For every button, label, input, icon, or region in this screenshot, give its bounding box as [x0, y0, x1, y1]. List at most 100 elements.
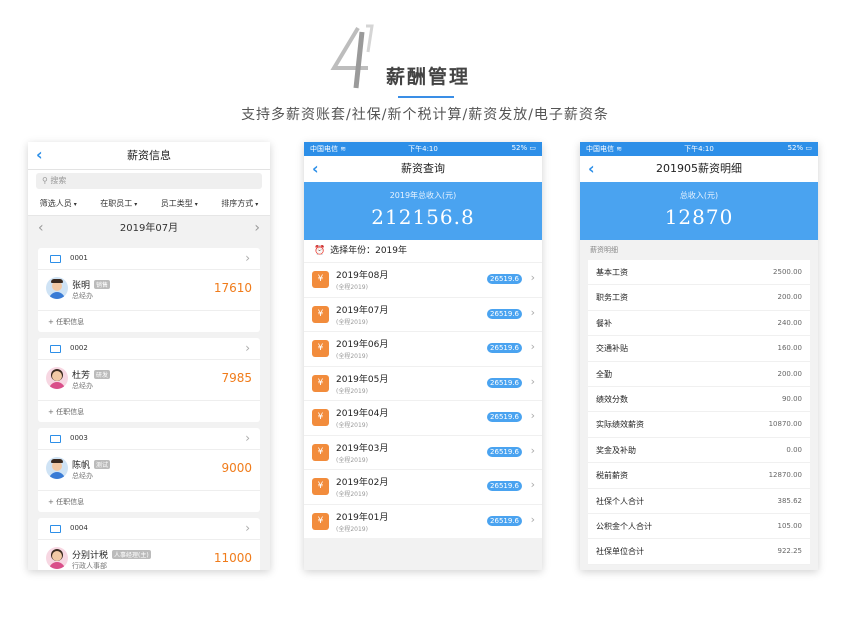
detail-label: 奖金及补助 — [596, 445, 636, 455]
total-income-value: 12870 — [664, 205, 734, 229]
job-info-link[interactable]: + 任职信息 — [38, 400, 260, 422]
nav-bar: ‹ 201905薪资明细 — [580, 156, 818, 182]
filter-type[interactable]: 员工类型 ▾ — [149, 192, 210, 215]
pay-month: 2019年06月 — [336, 340, 389, 350]
total-income-value: 212156.8 — [371, 205, 475, 229]
pay-note: (全程2019) — [336, 387, 368, 395]
chevron-left-icon[interactable]: ‹ — [312, 159, 319, 178]
chevron-right-icon: › — [530, 512, 535, 526]
year-selector[interactable]: ⏰ 选择年份：2019年 — [304, 240, 542, 262]
filter-people[interactable]: 筛选人员 ▾ — [28, 192, 89, 215]
next-month-icon[interactable]: › — [254, 220, 260, 236]
employee-card[interactable]: 0004 › 分别计税 人事经理(主) 行政人事部 11000 — [38, 518, 260, 570]
payslip-list: ¥ 2019年08月 (全程2019) 26519.6 › ¥ 2019年07月… — [304, 262, 542, 538]
caret-down-icon: ▾ — [73, 201, 77, 208]
pay-amount-badge: 26519.6 — [487, 343, 522, 353]
search-input[interactable]: ⚲ 搜索 — [36, 173, 262, 189]
pay-note: (全程2019) — [336, 353, 368, 360]
yen-icon: ¥ — [312, 443, 329, 461]
search-placeholder: 搜索 — [50, 176, 67, 185]
employee-role: 总经办 — [72, 382, 93, 390]
page-title: 薪资信息 — [127, 149, 171, 162]
employee-role: 总经办 — [72, 292, 93, 300]
chevron-left-icon[interactable]: ‹ — [36, 145, 43, 164]
employee-id: 0003 — [70, 434, 88, 442]
list-item[interactable]: ¥ 2019年05月 (全程2019) 26519.6 › — [304, 365, 542, 401]
employee-card[interactable]: 0003 › 陈帆 测试 总经办 9000 + 任职信息 — [38, 428, 260, 512]
id-card-icon — [50, 255, 61, 263]
income-summary: 2019年总收入(元) 212156.8 — [304, 182, 542, 240]
list-item[interactable]: ¥ 2019年01月 (全程2019) 26519.6 › — [304, 503, 542, 539]
yen-icon: ¥ — [312, 305, 329, 323]
battery: 52% ▭ — [511, 144, 536, 152]
employee-card[interactable]: 0002 › 杜芳 研发 总经办 7985 + 任职信息 — [38, 338, 260, 422]
detail-row: 全勤 200.00 — [588, 362, 810, 387]
prev-month-icon[interactable]: ‹ — [38, 220, 44, 236]
battery: 52% ▭ — [787, 144, 812, 152]
salary-detail-screen: 中国电信 ≋ 下午4:10 52% ▭ ‹ 201905薪资明细 总收入(元) … — [580, 142, 818, 570]
detail-row: 餐补 240.00 — [588, 311, 810, 337]
job-info-link[interactable]: + 任职信息 — [38, 490, 260, 512]
page-title: 薪资查询 — [401, 162, 445, 175]
nav-bar: ‹ 薪资查询 — [304, 156, 542, 182]
employee-card[interactable]: 0001 › 张明 销售 总经办 17610 + 任职信息 — [38, 248, 260, 332]
pay-note: (全程2019) — [336, 422, 368, 429]
chevron-left-icon[interactable]: ‹ — [588, 159, 595, 178]
detail-label: 公积金个人合计 — [596, 521, 652, 531]
pay-note: (全程2019) — [336, 491, 368, 498]
employee-id-row: 0002 › — [38, 338, 260, 360]
employee-id-row: 0001 › — [38, 248, 260, 270]
detail-row: 税前薪资 12870.00 — [588, 463, 810, 489]
detail-row: 奖金及补助 0.00 — [588, 438, 810, 464]
caret-down-icon: ▾ — [194, 201, 198, 208]
filter-status[interactable]: 在职员工 ▾ — [89, 192, 150, 215]
salary-info-screen: ‹ 薪资信息 ⚲ 搜索 筛选人员 ▾ 在职员工 ▾ 员工类型 ▾ 排序方式 ▾ ‹ 20… — [28, 142, 270, 570]
pay-amount-badge: 26519.6 — [487, 481, 522, 491]
section-title: 薪酬管理 — [386, 66, 471, 88]
title-underline — [398, 96, 454, 98]
employee-salary: 9000 — [221, 461, 252, 475]
detail-value: 240.00 — [777, 318, 803, 327]
list-item[interactable]: ¥ 2019年06月 (全程2019) 26519.6 › — [304, 331, 542, 366]
pay-month: 2019年04月 — [336, 409, 389, 419]
feature-header: 薪酬管理 支持多薪资账套/社保/新个税计算/薪资发放/电子薪资条 — [0, 0, 850, 140]
chevron-right-icon: › — [245, 251, 250, 265]
detail-row: 交通补贴 160.00 — [588, 336, 810, 362]
employee-salary: 11000 — [213, 551, 252, 565]
detail-value: 2500.00 — [773, 268, 802, 276]
caret-down-icon: ▾ — [134, 201, 138, 208]
list-item[interactable]: ¥ 2019年04月 (全程2019) 26519.6 › — [304, 400, 542, 435]
pay-amount-badge: 26519.6 — [487, 308, 522, 319]
employee-name: 张明 销售 — [72, 280, 111, 291]
employee-id: 0001 — [70, 254, 88, 262]
detail-value: 10870.00 — [768, 420, 802, 429]
job-info-link[interactable]: + 任职信息 — [38, 310, 260, 332]
nav-bar: ‹ 薪资信息 — [28, 142, 270, 170]
detail-row: 绩效分数 90.00 — [588, 387, 810, 413]
detail-value: 105.00 — [777, 521, 803, 530]
chevron-right-icon: › — [530, 305, 535, 319]
id-card-icon — [50, 525, 61, 533]
detail-value: 385.62 — [777, 496, 803, 505]
dept-badge: 人事经理(主) — [112, 550, 151, 559]
pay-month: 2019年02月 — [336, 478, 389, 488]
avatar — [46, 277, 68, 299]
chevron-right-icon: › — [530, 478, 535, 491]
battery-icon: ▭ — [805, 144, 812, 152]
detail-row: 社保单位合计 922.25 — [588, 539, 810, 565]
pay-month: 2019年01月 — [336, 512, 389, 523]
list-item[interactable]: ¥ 2019年02月 (全程2019) 26519.6 › — [304, 469, 542, 504]
status-bar: 中国电信 ≋ 下午4:10 52% ▭ — [304, 142, 542, 156]
pay-month: 2019年07月 — [336, 305, 389, 316]
yen-icon: ¥ — [312, 271, 329, 288]
list-item[interactable]: ¥ 2019年08月 (全程2019) 26519.6 › — [304, 262, 542, 297]
pay-month: 2019年05月 — [336, 374, 389, 385]
list-item[interactable]: ¥ 2019年07月 (全程2019) 26519.6 › — [304, 296, 542, 332]
employee-role: 行政人事部 — [72, 562, 107, 570]
list-item[interactable]: ¥ 2019年03月 (全程2019) 26519.6 › — [304, 434, 542, 470]
filter-sort[interactable]: 排序方式 ▾ — [210, 192, 271, 215]
battery-icon: ▭ — [529, 144, 536, 152]
detail-row: 基本工资 2500.00 — [588, 260, 810, 286]
detail-label: 全勤 — [596, 369, 612, 379]
search-bar: ⚲ 搜索 — [28, 170, 270, 192]
